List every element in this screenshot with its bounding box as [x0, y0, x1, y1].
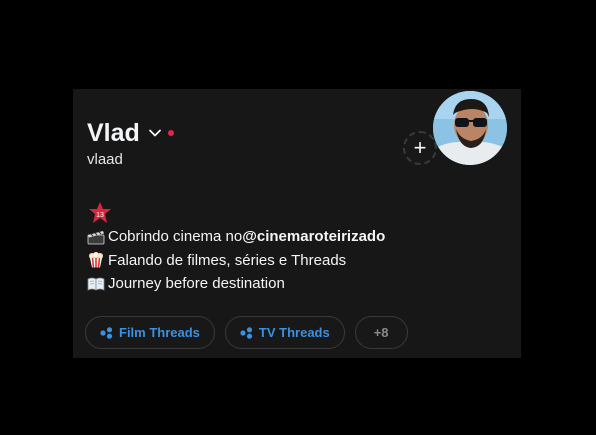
bio-text: Falando de filmes, séries e Threads — [108, 251, 347, 269]
tag-chips: Film Threads TV Threads +8 — [85, 316, 408, 349]
more-chips-label: +8 — [373, 325, 389, 340]
profile-card: Vlad vlaad + 13 Cobrindo cinema no @cine… — [73, 89, 521, 358]
tag-icon — [240, 326, 253, 339]
username: vlaad — [87, 151, 123, 168]
badge-number: 13 — [96, 212, 104, 219]
status-dot — [167, 130, 174, 136]
badge-icon: 13 — [89, 202, 111, 223]
bio-line: Cobrindo cinema no @cinemaroteirizado — [87, 225, 385, 249]
chip-label: TV Threads — [258, 325, 330, 340]
more-chips-button[interactable]: +8 — [354, 316, 408, 349]
bio-text: Cobrindo cinema no — [108, 228, 243, 245]
display-name: Vlad — [87, 119, 140, 147]
add-story-button[interactable]: + — [403, 131, 437, 165]
chip-label: Film Threads — [119, 325, 200, 340]
open-book-icon — [87, 277, 105, 291]
chevron-down-icon[interactable] — [148, 126, 162, 140]
bio: Cobrindo cinema no @cinemaroteirizado Fa… — [87, 225, 385, 296]
avatar-image — [433, 91, 507, 165]
chip-film-threads[interactable]: Film Threads — [85, 316, 215, 349]
clapperboard-icon — [87, 230, 105, 245]
bio-line: Falando de filmes, séries e Threads — [87, 249, 385, 273]
avatar[interactable] — [433, 91, 507, 165]
plus-icon: + — [413, 135, 427, 160]
tag-icon — [100, 326, 113, 339]
popcorn-icon — [89, 252, 103, 268]
bio-line: Journey before destination — [87, 272, 385, 296]
name-row[interactable]: Vlad — [87, 119, 174, 147]
bio-text: Journey before destination — [108, 275, 285, 292]
mention-link[interactable]: @cinemaroteirizado — [242, 225, 385, 249]
chip-tv-threads[interactable]: TV Threads — [224, 316, 345, 349]
